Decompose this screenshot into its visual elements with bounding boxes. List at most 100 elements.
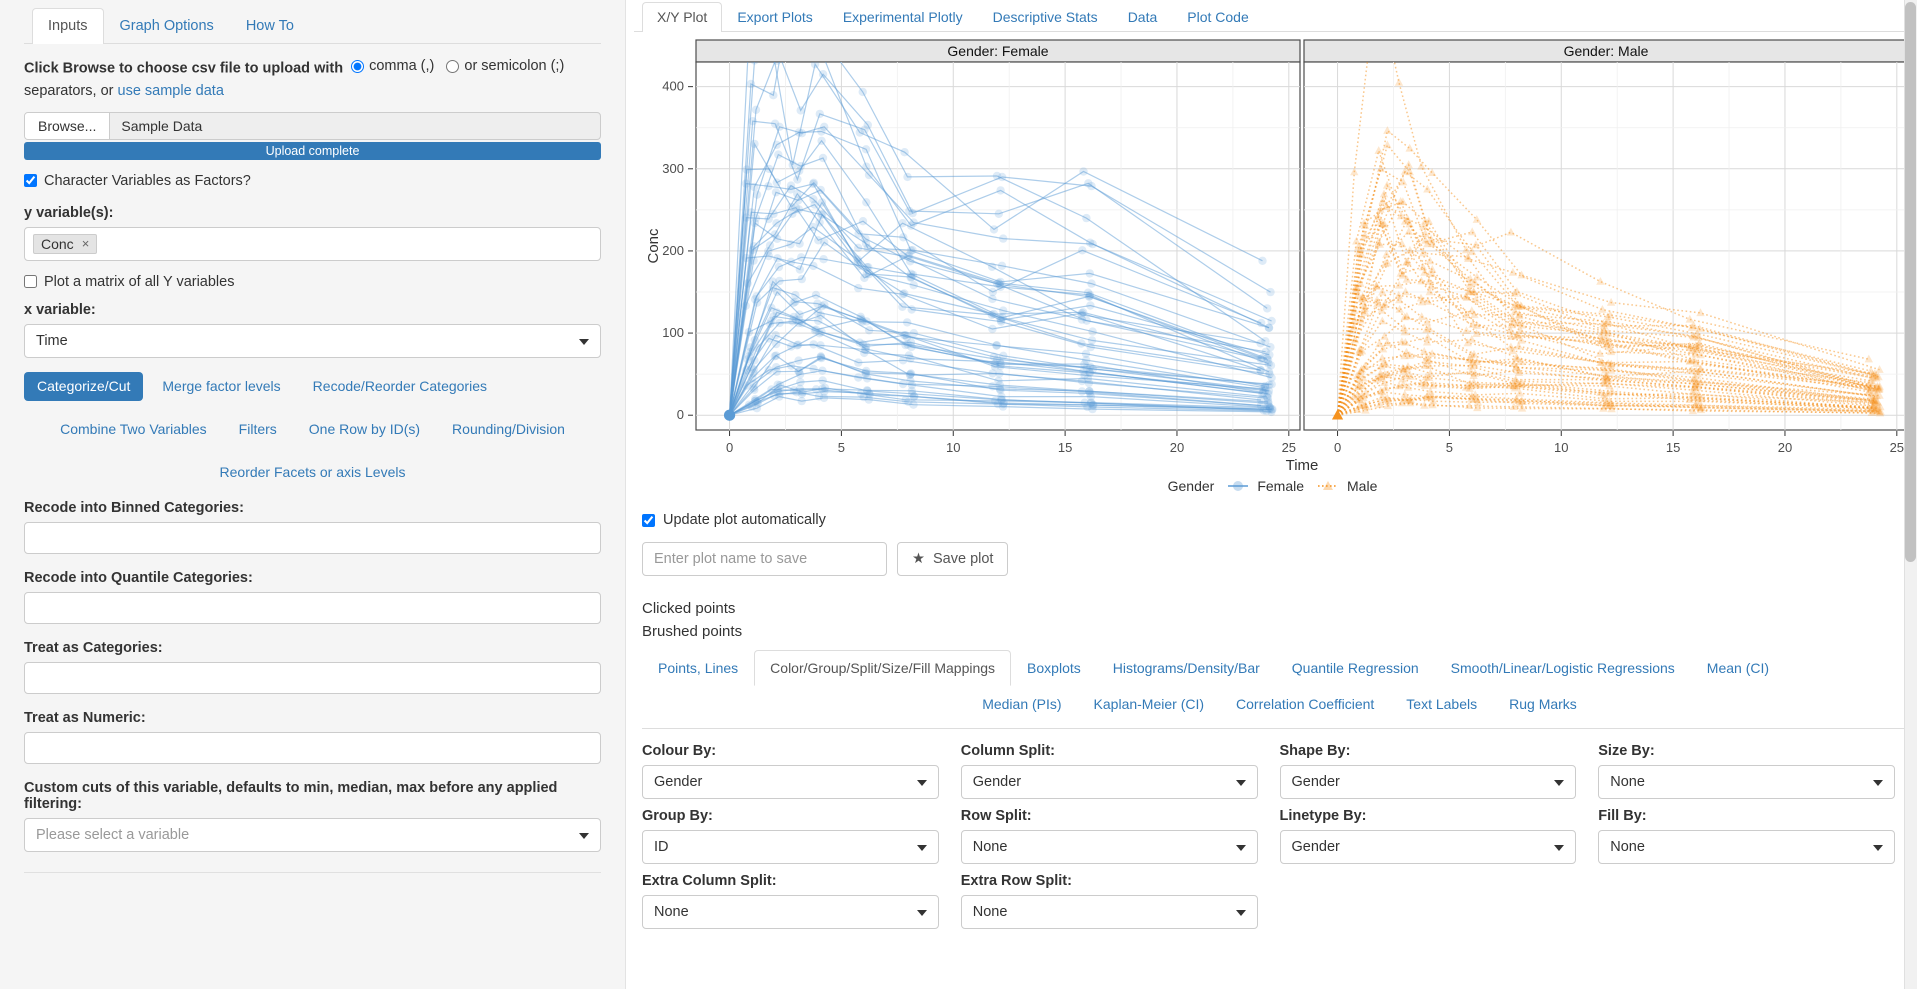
colour-by-value: Gender <box>654 774 703 791</box>
tab-inputs[interactable]: Inputs <box>32 7 104 44</box>
separator-comma-radio[interactable] <box>351 59 365 73</box>
star-icon: ★ <box>912 551 925 567</box>
separator-semicolon-label: or semicolon (;) <box>464 58 565 74</box>
column-split-select[interactable]: Gender <box>960 765 1258 800</box>
chevron-down-icon <box>1235 780 1246 787</box>
fill-by-select[interactable]: None <box>1598 830 1895 865</box>
control-colour-by-label: Colour By: <box>642 743 717 760</box>
y-variable-input[interactable]: Conc × <box>24 226 601 261</box>
tab-color-group-split-size-fill-mappings[interactable]: Color/Group/Split/Size/Fill Mappings <box>754 650 1012 687</box>
x-variable-value: Time <box>36 332 68 349</box>
pill-filters[interactable]: Filters <box>226 415 290 444</box>
chevron-down-icon <box>916 780 927 787</box>
tab-median-pis[interactable]: Median (PIs) <box>966 686 1077 722</box>
chevron-down-icon <box>1554 780 1565 787</box>
svg-text:0: 0 <box>726 440 733 455</box>
upload-instruction-tail: separators, or <box>24 83 114 100</box>
separator-semicolon-radio[interactable] <box>446 59 460 73</box>
tab-smooth-linear-logistic-regressions[interactable]: Smooth/Linear/Logistic Regressions <box>1435 650 1691 686</box>
save-plot-name-input[interactable] <box>642 542 887 576</box>
page-scrollbar-thumb[interactable] <box>1905 2 1916 562</box>
tab-experimental-plotly[interactable]: Experimental Plotly <box>828 2 978 32</box>
page-scrollbar[interactable] <box>1904 0 1917 989</box>
mapping-controls-grid: Colour By: Gender Column Split: Gender S… <box>642 743 1895 930</box>
custom-cuts-select[interactable]: Please select a variable <box>24 817 601 852</box>
extra-column-split-select[interactable]: None <box>642 895 939 930</box>
chevron-down-icon <box>1873 780 1883 787</box>
extra-column-split-value: None <box>654 904 689 921</box>
svg-text:Time: Time <box>1286 457 1319 474</box>
tab-rug-marks[interactable]: Rug Marks <box>1493 686 1593 722</box>
tab-descriptive-stats[interactable]: Descriptive Stats <box>978 2 1113 32</box>
control-row-split-label: Row Split: <box>960 808 1032 825</box>
separator-comma-option[interactable]: comma (,) <box>351 55 434 77</box>
pill-reorder-facets[interactable]: Reorder Facets or axis Levels <box>207 458 419 487</box>
svg-text:25: 25 <box>1282 440 1296 455</box>
tab-quantile-regression[interactable]: Quantile Regression <box>1276 650 1435 686</box>
row-split-select[interactable]: None <box>960 830 1258 865</box>
update-plot-row[interactable]: Update plot automatically <box>642 512 1917 528</box>
tab-boxplots[interactable]: Boxplots <box>1011 650 1097 686</box>
treat-as-numeric-input[interactable] <box>24 731 601 764</box>
chevron-down-icon <box>1235 910 1246 917</box>
legend-key-male[interactable]: Male <box>1317 478 1377 494</box>
pill-combine-two-variables[interactable]: Combine Two Variables <box>47 415 220 444</box>
save-plot-button[interactable]: ★ Save plot <box>897 542 1009 576</box>
treat-as-categories-input[interactable] <box>24 661 601 694</box>
tab-how-to[interactable]: How To <box>230 8 310 44</box>
control-extra-column-split-label: Extra Column Split: <box>642 873 777 890</box>
binned-categories-label: Recode into Binned Categories: <box>24 499 244 516</box>
control-shape-by: Shape By: Gender <box>1279 743 1577 800</box>
binned-categories-input[interactable] <box>24 521 601 554</box>
pill-categorize-cut[interactable]: Categorize/Cut <box>24 371 144 402</box>
chevron-down-icon <box>1554 845 1565 852</box>
close-icon[interactable]: × <box>82 236 90 251</box>
colour-by-select[interactable]: Gender <box>642 765 939 800</box>
update-plot-checkbox[interactable] <box>642 513 655 527</box>
legend-key-female[interactable]: Female <box>1227 478 1304 494</box>
tab-data[interactable]: Data <box>1113 2 1173 32</box>
size-by-select[interactable]: None <box>1598 765 1895 800</box>
tab-mean-ci[interactable]: Mean (CI) <box>1691 650 1785 686</box>
character-variables-as-factors-checkbox[interactable] <box>24 174 37 188</box>
pill-rounding-division[interactable]: Rounding/Division <box>439 415 578 444</box>
tab-correlation-coefficient[interactable]: Correlation Coefficient <box>1220 686 1390 722</box>
svg-text:5: 5 <box>838 440 845 455</box>
chevron-down-icon <box>916 845 927 852</box>
quantile-categories-input[interactable] <box>24 591 601 624</box>
browse-button[interactable]: Browse... <box>25 112 111 139</box>
control-column-split-label: Column Split: <box>960 743 1055 760</box>
y-variable-token[interactable]: Conc × <box>33 233 98 254</box>
linetype-by-select[interactable]: Gender <box>1279 830 1577 865</box>
use-sample-data-link[interactable]: use sample data <box>118 83 224 99</box>
transform-pills-row-1: Categorize/Cut Merge factor levels Recod… <box>24 371 601 402</box>
y-variable-token-label: Conc <box>41 235 74 252</box>
plot-matrix-row[interactable]: Plot a matrix of all Y variables <box>24 274 601 290</box>
separator-semicolon-option[interactable]: or semicolon (;) <box>446 55 564 77</box>
xy-plot[interactable]: 0 100 200 300 400 Conc Gender: Female 0 5 10 15 20 2… <box>642 36 1909 476</box>
tab-points-lines[interactable]: Points, Lines <box>642 650 754 686</box>
pill-merge-factor-levels[interactable]: Merge factor levels <box>149 372 293 401</box>
tab-export-plots[interactable]: Export Plots <box>722 2 827 32</box>
control-extra-row-split-label: Extra Row Split: <box>960 873 1072 890</box>
pill-one-row-by-ids[interactable]: One Row by ID(s) <box>296 415 433 444</box>
plot-svg[interactable]: 0100200300400ConcGender: Female0 5 10 15 20 2… <box>642 36 1912 476</box>
tab-graph-options[interactable]: Graph Options <box>104 8 230 44</box>
svg-text:10: 10 <box>1554 440 1568 455</box>
shape-by-select[interactable]: Gender <box>1279 765 1577 800</box>
tab-plot-code[interactable]: Plot Code <box>1172 2 1263 32</box>
extra-row-split-select[interactable]: None <box>960 895 1258 930</box>
character-variables-as-factors-row[interactable]: Character Variables as Factors? <box>24 173 601 189</box>
file-upload-row[interactable]: Browse... Sample Data <box>24 111 601 140</box>
pill-recode-reorder-categories[interactable]: Recode/Reorder Categories <box>300 372 500 401</box>
tab-xy-plot[interactable]: X/Y Plot <box>642 2 723 32</box>
tab-text-labels[interactable]: Text Labels <box>1390 686 1493 722</box>
plot-matrix-checkbox[interactable] <box>24 275 37 289</box>
group-by-select[interactable]: ID <box>642 830 939 865</box>
tab-kaplan-meier-ci[interactable]: Kaplan-Meier (CI) <box>1078 686 1220 722</box>
control-spacer-2 <box>1598 873 1895 929</box>
main-panel: X/Y Plot Export Plots Experimental Plotl… <box>626 0 1917 989</box>
tab-histograms-density-bar[interactable]: Histograms/Density/Bar <box>1097 650 1276 686</box>
plot-option-tabs-row-2: Median (PIs) Kaplan-Meier (CI) Correlati… <box>642 686 1917 722</box>
x-variable-select[interactable]: Time <box>24 323 601 358</box>
